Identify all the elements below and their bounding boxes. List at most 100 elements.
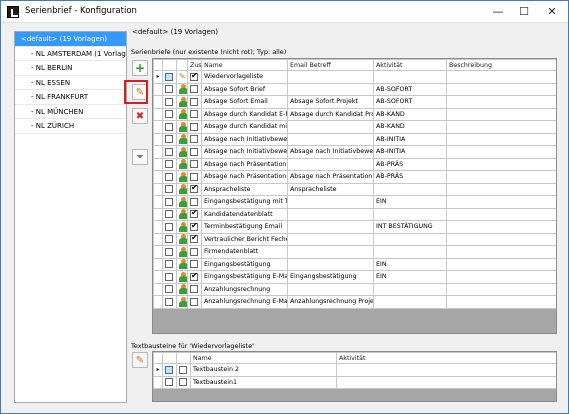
email-betreff-cell[interactable]: Anzahlungsrechnung Projekt	[287, 295, 374, 309]
row-select-cell[interactable]	[162, 257, 177, 271]
email-betreff-cell[interactable]	[287, 220, 374, 234]
col-email-betreff[interactable]: Email Betreff	[287, 59, 374, 71]
name-cell[interactable]: Absage durch Kandidat mit ...	[201, 120, 288, 134]
email-betreff-cell[interactable]	[287, 257, 374, 271]
aktivitaet-cell[interactable]: EIN	[373, 270, 447, 284]
email-betreff-cell[interactable]	[287, 232, 374, 246]
tree-item[interactable]: - NL ESSEN	[15, 76, 126, 90]
zus-checkbox[interactable]	[190, 172, 198, 181]
email-betreff-cell[interactable]	[287, 282, 374, 296]
zus-cell[interactable]	[187, 107, 202, 121]
aktivitaet-cell[interactable]: EIN	[373, 257, 447, 271]
check-cell[interactable]	[176, 363, 191, 377]
zus-cell[interactable]	[187, 132, 202, 146]
beschreibung-cell[interactable]	[446, 132, 556, 146]
aktivitaet-cell[interactable]	[336, 375, 556, 389]
row-select-checkbox[interactable]	[165, 185, 173, 194]
email-betreff-cell[interactable]: Absage nach Präsentation ...	[287, 170, 374, 184]
tree-item[interactable]: - NL AMSTERDAM (1 Vorlagen)	[15, 47, 126, 61]
beschreibung-cell[interactable]	[446, 145, 556, 159]
row-select-checkbox[interactable]	[165, 222, 173, 231]
zus-checkbox[interactable]	[190, 97, 198, 106]
zus-checkbox[interactable]	[190, 122, 198, 131]
row-select-cell[interactable]	[162, 295, 177, 309]
zus-checkbox[interactable]	[190, 260, 198, 269]
row-select-checkbox[interactable]	[165, 147, 173, 156]
tree-item[interactable]: - NL MÜNCHEN	[15, 105, 126, 119]
aktivitaet-cell[interactable]: EIN	[373, 195, 447, 209]
zus-cell[interactable]	[187, 270, 202, 284]
email-betreff-cell[interactable]: Absage nach Initiativbewer...	[287, 145, 374, 159]
add-button[interactable]: +	[132, 60, 148, 76]
zus-cell[interactable]	[187, 120, 202, 134]
aktivitaet-cell[interactable]	[373, 182, 447, 196]
row-select-checkbox[interactable]	[165, 247, 173, 256]
beschreibung-cell[interactable]	[446, 70, 556, 84]
tree-item[interactable]: - NL FRANKFURT	[15, 90, 126, 105]
zus-cell[interactable]	[187, 207, 202, 221]
name-cell[interactable]: Eingangsbestätigung E-Mail	[201, 270, 288, 284]
email-betreff-cell[interactable]	[287, 132, 374, 146]
beschreibung-cell[interactable]	[446, 157, 556, 171]
zus-checkbox[interactable]	[190, 135, 198, 144]
table-row[interactable]: Eingangsbestätigung EIN	[153, 257, 556, 271]
zus-cell[interactable]	[187, 220, 202, 234]
row-select-cell[interactable]	[162, 220, 177, 234]
name-cell[interactable]: Anspracheliste	[201, 182, 288, 196]
name-cell[interactable]: Anzahlungsrechnung E-Mail	[201, 295, 288, 309]
zus-checkbox[interactable]	[190, 234, 198, 244]
email-betreff-cell[interactable]: Anspracheliste	[287, 182, 374, 196]
beschreibung-cell[interactable]	[446, 295, 556, 309]
name-cell[interactable]: Textbaustein1	[190, 375, 337, 389]
zus-cell[interactable]	[187, 282, 202, 296]
row-select-cell[interactable]	[162, 157, 177, 171]
row-select-cell[interactable]	[162, 363, 177, 377]
delete-button[interactable]: ✖	[132, 108, 148, 124]
aktivitaet-cell[interactable]: AB-SOFORT	[373, 82, 447, 96]
row-select-checkbox[interactable]	[165, 172, 173, 181]
row-select-checkbox[interactable]	[165, 160, 173, 169]
name-cell[interactable]: Absage durch Kandidat E-M...	[201, 107, 288, 121]
col-name[interactable]: Name	[201, 59, 288, 71]
beschreibung-cell[interactable]	[446, 95, 556, 109]
beschreibung-cell[interactable]	[446, 245, 556, 259]
aktivitaet-cell[interactable]: AB-INITIA	[373, 132, 447, 146]
table-row[interactable]: Absage durch Kandidat E-M...Absage durch…	[153, 107, 556, 121]
row-select-checkbox[interactable]	[165, 378, 173, 387]
name-cell[interactable]: Eingangsbestätigung	[201, 257, 288, 271]
row-select-cell[interactable]	[162, 232, 177, 246]
zus-cell[interactable]	[187, 182, 202, 196]
table-row[interactable]: Absage Sofort Email Absage Sofort Projekt…	[153, 95, 556, 109]
table-row[interactable]: Absage nach Präsentation ... Absage nach …	[153, 170, 556, 184]
zus-checkbox[interactable]	[190, 247, 198, 256]
minimize-button[interactable]: —	[484, 1, 512, 23]
col-zus[interactable]: Zus.	[187, 59, 202, 71]
row-select-checkbox[interactable]	[165, 365, 173, 374]
email-betreff-cell[interactable]: Eingangsbestätigung	[287, 270, 374, 284]
table-row[interactable]: Absage durch Kandidat mit ... AB-KAND	[153, 120, 556, 134]
row-select-checkbox[interactable]	[165, 72, 173, 81]
aktivitaet-cell[interactable]	[336, 363, 556, 377]
name-cell[interactable]: Kandidatendatenblatt	[201, 207, 288, 221]
col-aktivitaet[interactable]: Aktivität	[373, 59, 447, 71]
email-betreff-cell[interactable]	[287, 207, 374, 221]
aktivitaet-cell[interactable]: AB-PRÄS	[373, 170, 447, 184]
row-select-cell[interactable]	[162, 270, 177, 284]
table-row[interactable]: Eingangsbestätigung mit Te... EIN	[153, 195, 556, 209]
textbaustein-edit-button[interactable]: ✎	[132, 352, 148, 368]
row-select-cell[interactable]	[162, 170, 177, 184]
zus-checkbox[interactable]	[190, 147, 198, 156]
aktivitaet-cell[interactable]	[373, 282, 447, 296]
email-betreff-cell[interactable]: Absage Sofort Projekt	[287, 95, 374, 109]
row-select-checkbox[interactable]	[165, 122, 173, 131]
table-row[interactable]: Kandidatendatenblatt	[153, 207, 556, 221]
zus-checkbox[interactable]	[190, 160, 198, 169]
row-select-checkbox[interactable]	[165, 272, 173, 281]
name-cell[interactable]: Absage nach Initiativbewer...	[201, 145, 288, 159]
tree-item[interactable]: - NL ZÜRICH	[15, 119, 126, 134]
aktivitaet-cell[interactable]: AB-KAND	[373, 107, 447, 121]
email-betreff-cell[interactable]	[287, 157, 374, 171]
row-select-checkbox[interactable]	[165, 97, 173, 106]
table-row[interactable]: Terminbestätigung Email INT BESTÄTIGUNG	[153, 220, 556, 234]
name-cell[interactable]: Wiedervorlageliste	[201, 70, 288, 84]
